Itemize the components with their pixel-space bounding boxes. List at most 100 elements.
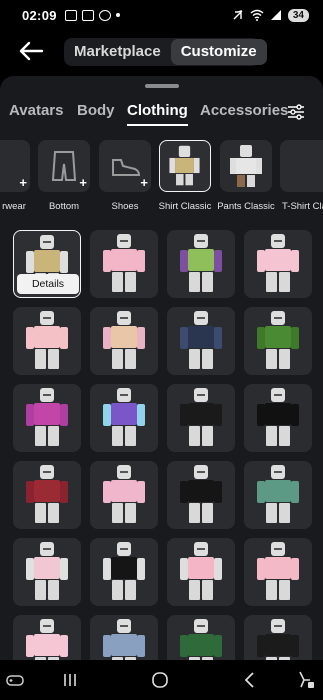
- avatar-arm: [291, 481, 299, 503]
- bottom-thumb: +: [38, 140, 90, 192]
- avatar-thumbnail: [179, 465, 223, 525]
- clothing-item-card[interactable]: [167, 230, 235, 298]
- avatar-arm: [60, 481, 68, 503]
- avatar-arm: [60, 251, 68, 273]
- clothing-item-card[interactable]: [90, 615, 158, 660]
- avatar-leg: [202, 272, 213, 292]
- clothing-item-card[interactable]: [244, 307, 312, 375]
- details-button[interactable]: Details: [17, 274, 79, 294]
- avatar-thumbnail: [102, 388, 146, 448]
- clothing-item-card[interactable]: [244, 615, 312, 660]
- avatar-torso: [34, 250, 60, 272]
- avatar-face: [197, 548, 205, 550]
- avatar-arm: [257, 558, 265, 580]
- screenshot-icon: [64, 9, 77, 21]
- category-pants-classic[interactable]: Pants Classic: [217, 140, 275, 212]
- avatar-torso: [188, 326, 214, 348]
- category-shirt-classic[interactable]: Shirt Classic: [159, 140, 211, 212]
- clothing-item-card[interactable]: [90, 538, 158, 606]
- avatar-leg: [202, 349, 213, 369]
- tab-clothing[interactable]: Clothing: [127, 102, 188, 126]
- back-icon[interactable]: [240, 670, 260, 690]
- avatar-thumbnail: [25, 619, 69, 660]
- clothing-item-card[interactable]: Details: [13, 230, 81, 298]
- clothing-item-card[interactable]: [167, 538, 235, 606]
- filter-icon[interactable]: [287, 103, 305, 121]
- avatar-leg: [125, 503, 136, 523]
- clothing-item-card[interactable]: [13, 538, 81, 606]
- home-icon[interactable]: [150, 670, 170, 690]
- add-icon: +: [19, 175, 27, 190]
- avatar-arm: [137, 404, 145, 426]
- top-header: Marketplace Customize: [0, 30, 323, 74]
- avatar-leg: [125, 426, 136, 446]
- clothing-item-card[interactable]: [244, 538, 312, 606]
- tab-accessories[interactable]: Accessories: [200, 102, 288, 119]
- category-tshirt-classic[interactable]: T-Shirt Cla: [280, 140, 323, 212]
- tab-customize[interactable]: Customize: [170, 39, 267, 65]
- avatar-face: [274, 548, 282, 550]
- gamepad-icon[interactable]: [5, 670, 25, 690]
- category-bottom[interactable]: + Bottom: [38, 140, 90, 212]
- tab-avatars[interactable]: Avatars: [9, 102, 63, 119]
- clothing-item-card[interactable]: [244, 461, 312, 529]
- avatar-leg: [279, 349, 290, 369]
- app-icon: [98, 9, 111, 21]
- customize-sheet: Avatars Body Clothing Accessories + rwea…: [0, 76, 323, 660]
- clothing-item-card[interactable]: [90, 384, 158, 452]
- tab-marketplace[interactable]: Marketplace: [64, 39, 171, 65]
- category-shoes[interactable]: + Shoes: [99, 140, 151, 212]
- avatar-arm: [257, 327, 265, 349]
- clothing-item-card[interactable]: [244, 384, 312, 452]
- avatar-face: [197, 625, 205, 627]
- sheet-grabber[interactable]: [145, 84, 179, 88]
- avatar-leg: [279, 426, 290, 446]
- clothing-item-card[interactable]: [90, 461, 158, 529]
- avatar-face: [43, 241, 51, 243]
- avatar-thumbnail: [102, 619, 146, 660]
- clothing-item-card[interactable]: [167, 307, 235, 375]
- avatar-arm: [214, 481, 222, 503]
- avatar-arm: [257, 481, 265, 503]
- avatar-face: [43, 317, 51, 319]
- clothing-item-card[interactable]: [167, 461, 235, 529]
- clothing-item-card[interactable]: [90, 230, 158, 298]
- category-label: Pants Classic: [217, 201, 275, 212]
- clothing-item-card[interactable]: [90, 307, 158, 375]
- back-arrow-icon[interactable]: [18, 40, 44, 62]
- avatar-thumbnail: [179, 542, 223, 602]
- avatar-torso: [265, 634, 291, 656]
- clothing-item-card[interactable]: [13, 615, 81, 660]
- clothing-item-card[interactable]: [167, 615, 235, 660]
- avatar-arm: [214, 327, 222, 349]
- avatar-leg: [202, 426, 213, 446]
- avatar-thumbnail: [256, 234, 300, 294]
- avatar-leg: [266, 503, 277, 523]
- clothing-item-card[interactable]: [13, 307, 81, 375]
- avatar-arm: [214, 250, 222, 272]
- avatar-leg: [189, 503, 200, 523]
- shoes-thumb: +: [99, 140, 151, 192]
- tab-body[interactable]: Body: [77, 102, 115, 119]
- avatar-arm: [180, 404, 188, 426]
- avatar-arm: [291, 404, 299, 426]
- clothing-item-card[interactable]: [244, 230, 312, 298]
- avatar-torso: [265, 326, 291, 348]
- avatar-face: [120, 317, 128, 319]
- avatar-face: [120, 471, 128, 473]
- category-tabs: Avatars Body Clothing Accessories: [0, 102, 323, 132]
- avatar-preview-icon: [230, 145, 262, 187]
- clothing-item-card[interactable]: [13, 461, 81, 529]
- avatar-thumbnail: [256, 388, 300, 448]
- avatar-torso: [111, 480, 137, 502]
- avatar-arm: [257, 250, 265, 272]
- clothing-item-card[interactable]: [13, 384, 81, 452]
- clothing-item-card[interactable]: [167, 384, 235, 452]
- category-outerwear[interactable]: + rwear: [0, 140, 30, 212]
- accessibility-icon[interactable]: [296, 670, 316, 690]
- avatar-torso: [188, 249, 214, 271]
- avatar-leg: [189, 426, 200, 446]
- avatar-face: [43, 394, 51, 396]
- avatar-thumbnail: [25, 542, 69, 602]
- recents-icon[interactable]: [60, 670, 80, 690]
